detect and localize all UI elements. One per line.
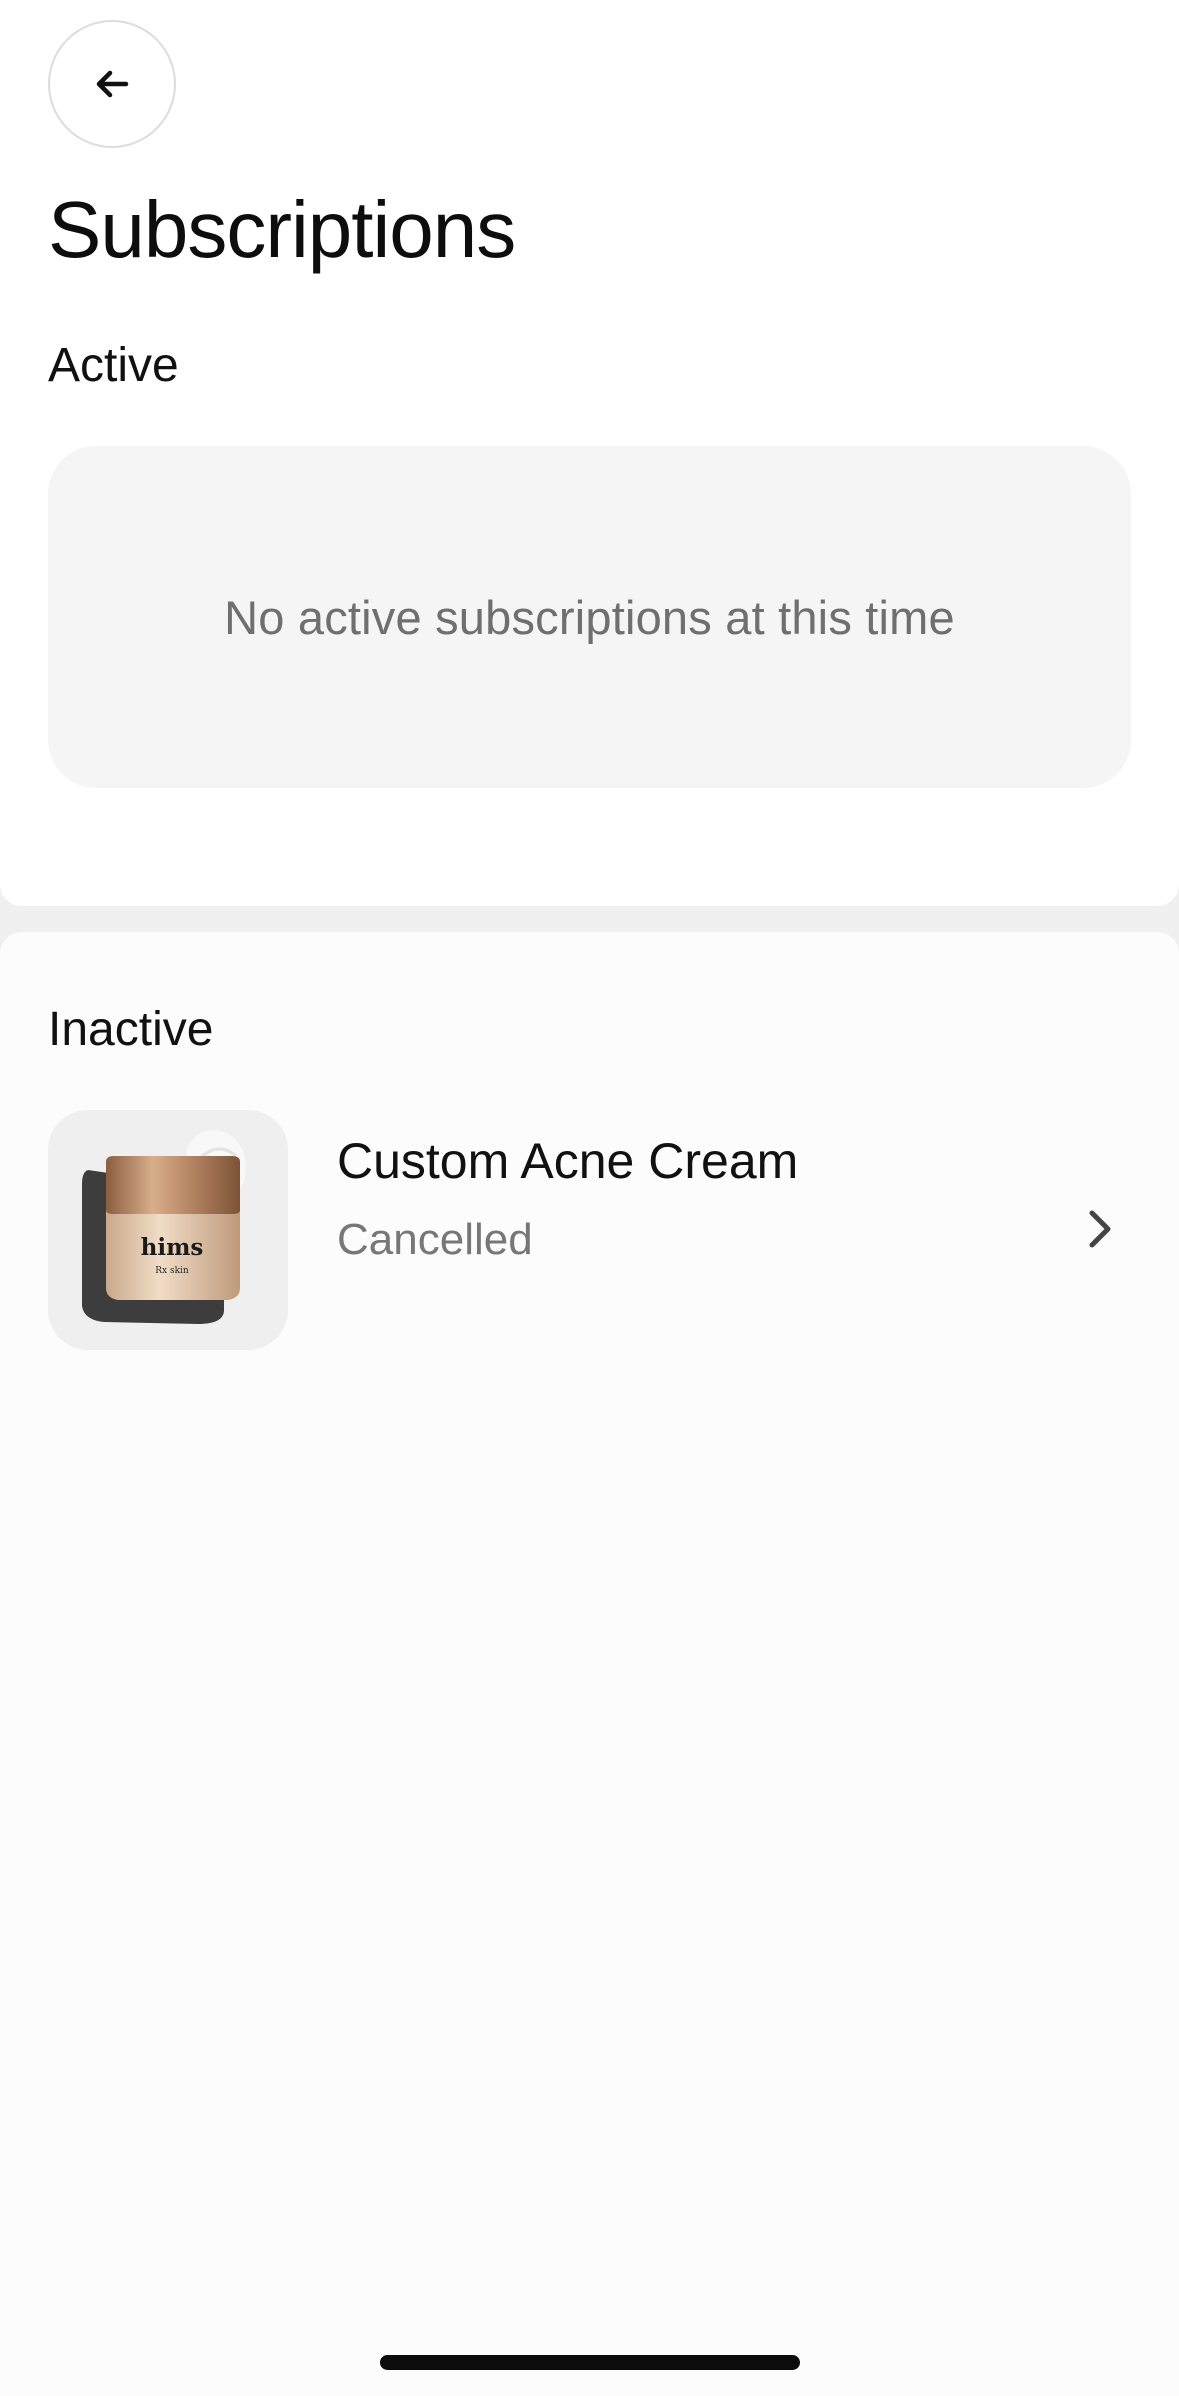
active-panel: Subscriptions Active No active subscript… bbox=[0, 0, 1179, 906]
jar-brand: hims bbox=[141, 1234, 204, 1261]
arrow-left-icon bbox=[96, 70, 129, 98]
subscription-name: Custom Acne Cream bbox=[337, 1133, 799, 1189]
home-indicator[interactable] bbox=[380, 2355, 800, 2370]
inactive-section-label: Inactive bbox=[48, 1003, 214, 1056]
product-thumbnail: hims Rx skin bbox=[48, 1110, 288, 1350]
back-button[interactable] bbox=[48, 20, 176, 148]
jar-subtitle: Rx skin bbox=[155, 1266, 189, 1276]
acne-cream-jar-image: hims Rx skin bbox=[82, 1130, 246, 1324]
active-section-label: Active bbox=[48, 339, 179, 392]
subscription-status: Cancelled bbox=[337, 1215, 533, 1264]
subscriptions-screen: Subscriptions Active No active subscript… bbox=[0, 0, 1179, 2396]
page-title: Subscriptions bbox=[48, 185, 516, 274]
subscription-row[interactable]: hims Rx skin Custom Acne Cream Cancelled bbox=[48, 1110, 1131, 1350]
empty-state-message: No active subscriptions at this time bbox=[224, 590, 955, 644]
chevron-right-icon bbox=[1089, 1210, 1111, 1248]
empty-state-card: No active subscriptions at this time bbox=[48, 446, 1131, 788]
